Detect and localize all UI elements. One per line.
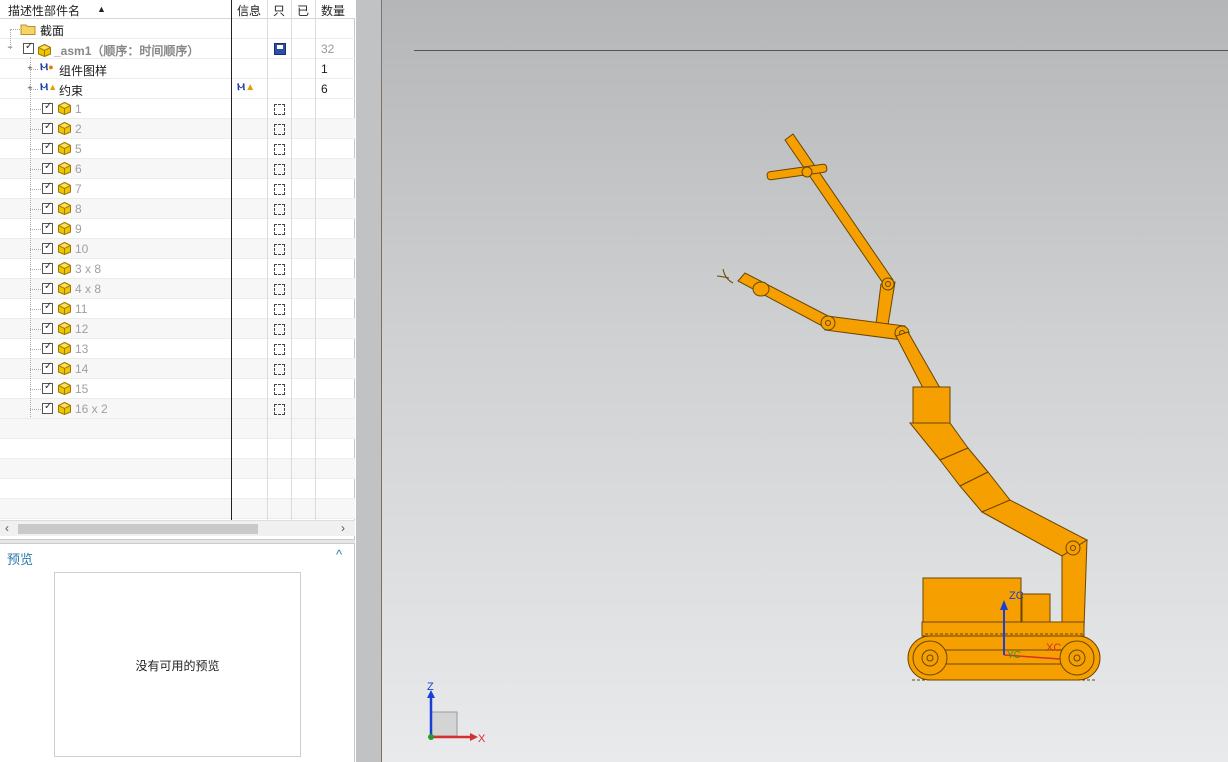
triad-x-label: X [478,733,486,745]
robot-excavator-model[interactable]: .o{fill:#f5a000;stroke:#6b4500;stroke-wi… [0,0,1228,762]
triad-z-label: Z [427,681,434,693]
zc-label: ZC [1009,590,1024,602]
yc-label: YC [1007,650,1021,661]
view-triad[interactable]: Z X [427,681,486,745]
xc-label: XC [1046,642,1061,654]
model-forearm-claw[interactable] [716,268,941,391]
